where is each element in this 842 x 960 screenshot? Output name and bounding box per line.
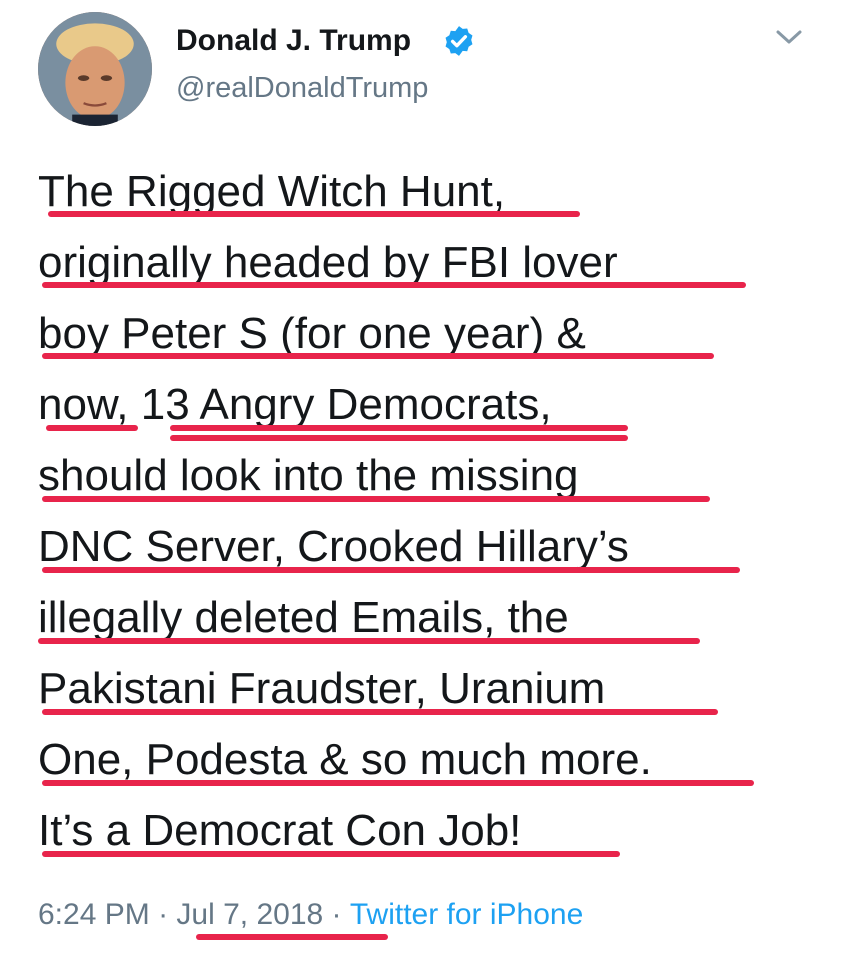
avatar[interactable]	[38, 12, 152, 126]
highlight-underline	[42, 851, 620, 857]
chevron-down-icon[interactable]	[774, 26, 804, 48]
highlight-underline	[42, 353, 714, 359]
highlight-underline	[196, 934, 388, 940]
highlight-underline	[42, 567, 740, 573]
tweet-source-link[interactable]: Twitter for iPhone	[350, 898, 583, 932]
tweet-time[interactable]: 6:24 PM	[38, 898, 150, 932]
tweet-line: It’s a Democrat Con Job!	[38, 806, 522, 855]
meta-separator: ·	[323, 898, 350, 931]
user-handle[interactable]: @realDonaldTrump	[176, 72, 428, 105]
tweet-line: originally headed by FBI lover	[38, 238, 618, 287]
tweet-line: One, Podesta & so much more.	[38, 735, 652, 784]
tweet-meta: 6:24 PM · Jul 7, 2018 · Twitter for iPho…	[38, 898, 583, 932]
highlight-underline	[48, 211, 580, 217]
profile-photo-icon	[38, 12, 152, 126]
highlight-underline	[42, 496, 710, 502]
tweet-date[interactable]: Jul 7, 2018	[176, 898, 323, 932]
highlight-underline	[170, 425, 628, 431]
tweet-line: now, 13 Angry Democrats,	[38, 380, 552, 429]
tweet-line: DNC Server, Crooked Hillary’s	[38, 522, 629, 571]
tweet-line: The Rigged Witch Hunt,	[38, 167, 506, 216]
tweet-line: Pakistani Fraudster, Uranium	[38, 664, 606, 713]
highlight-underline	[42, 780, 754, 786]
highlight-underline	[46, 425, 138, 431]
meta-separator: ·	[149, 898, 177, 931]
tweet-line: illegally deleted Emails, the	[38, 593, 569, 642]
tweet-line: boy Peter S (for one year) &	[38, 309, 586, 358]
tweet-card: Donald J. Trump @realDonaldTrump The Rig…	[0, 0, 842, 960]
highlight-underline	[38, 638, 700, 644]
display-name[interactable]: Donald J. Trump	[176, 24, 411, 58]
verified-badge-icon	[445, 26, 473, 56]
highlight-underline	[42, 282, 746, 288]
tweet-line: should look into the missing	[38, 451, 579, 500]
highlight-underline	[170, 435, 628, 441]
highlight-underline	[42, 709, 718, 715]
